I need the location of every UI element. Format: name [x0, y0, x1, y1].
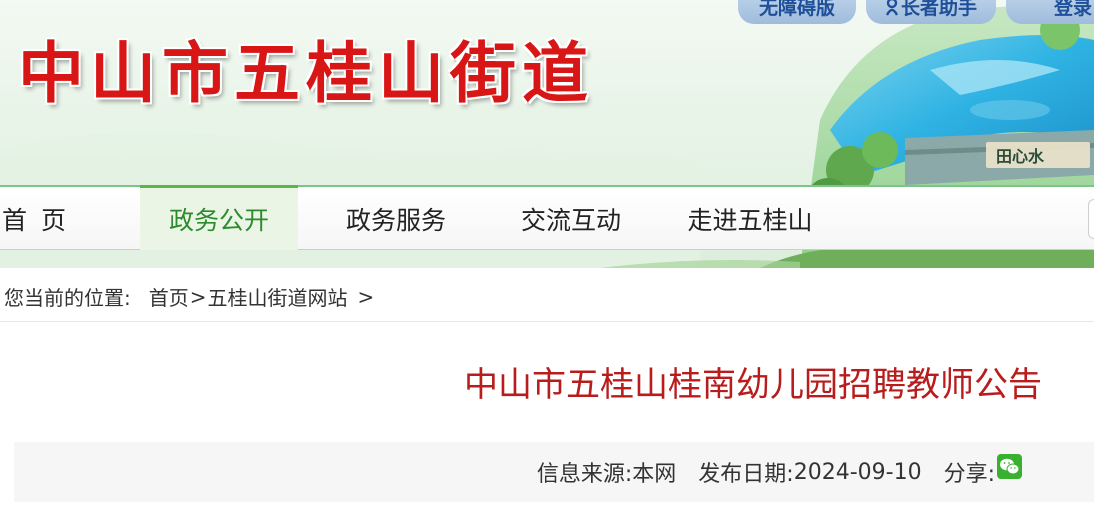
breadcrumb-separator: >	[189, 284, 207, 309]
source-value: 本网	[632, 462, 677, 487]
site-title: 中山市五桂山街道	[18, 35, 594, 112]
breadcrumb-site-link[interactable]: 五桂山街道网站	[208, 282, 348, 311]
nav-government-affairs[interactable]: 政务公开	[140, 185, 298, 250]
search-input[interactable]	[1088, 199, 1094, 239]
elder-assistant-button[interactable]: 长者助手	[866, 0, 996, 24]
dam-sign-text: 田心水	[996, 147, 1045, 166]
breadcrumb-label: 您当前的位置:	[4, 286, 131, 310]
breadcrumb: 您当前的位置: 首页 > 五桂山街道网站 >	[0, 272, 1094, 322]
main-nav: 首页 政务公开 政务服务 交流互动 走进五桂山	[0, 185, 1094, 250]
accessible-version-label: 无障碍版	[758, 0, 835, 19]
source-label: 信息来源:	[536, 462, 633, 487]
elder-assistant-label: 长者助手	[900, 0, 977, 19]
publish-date: 2024-09-10	[793, 459, 922, 485]
date-label: 发布日期:	[698, 462, 794, 487]
breadcrumb-separator-end: >	[357, 284, 375, 309]
login-label: 登录	[1054, 0, 1093, 19]
share-label: 分享:	[943, 462, 995, 487]
nav-about-wuguishan[interactable]: 走进五桂山	[670, 187, 830, 250]
article-meta-bar: 信息来源: 本网 发布日期: 2024-09-10 分享:	[14, 442, 1094, 502]
nav-home-label: 首页	[2, 205, 81, 235]
nav-about-wuguishan-label: 走进五桂山	[687, 205, 813, 235]
accessible-version-button[interactable]: 无障碍版	[738, 0, 856, 24]
login-button[interactable]: 登录	[1006, 0, 1094, 24]
breadcrumb-home-link[interactable]: 首页	[149, 282, 189, 311]
person-icon	[885, 0, 899, 20]
nav-interaction-label: 交流互动	[520, 205, 621, 235]
nav-government-services[interactable]: 政务服务	[322, 187, 470, 250]
nav-government-affairs-label: 政务公开	[168, 206, 269, 235]
wechat-icon[interactable]	[997, 453, 1022, 479]
article-title: 中山市五桂山桂南幼儿园招聘教师公告	[464, 365, 1042, 405]
nav-interaction[interactable]: 交流互动	[497, 187, 645, 250]
nav-home[interactable]: 首页	[0, 187, 100, 250]
nav-government-services-label: 政务服务	[345, 205, 446, 235]
